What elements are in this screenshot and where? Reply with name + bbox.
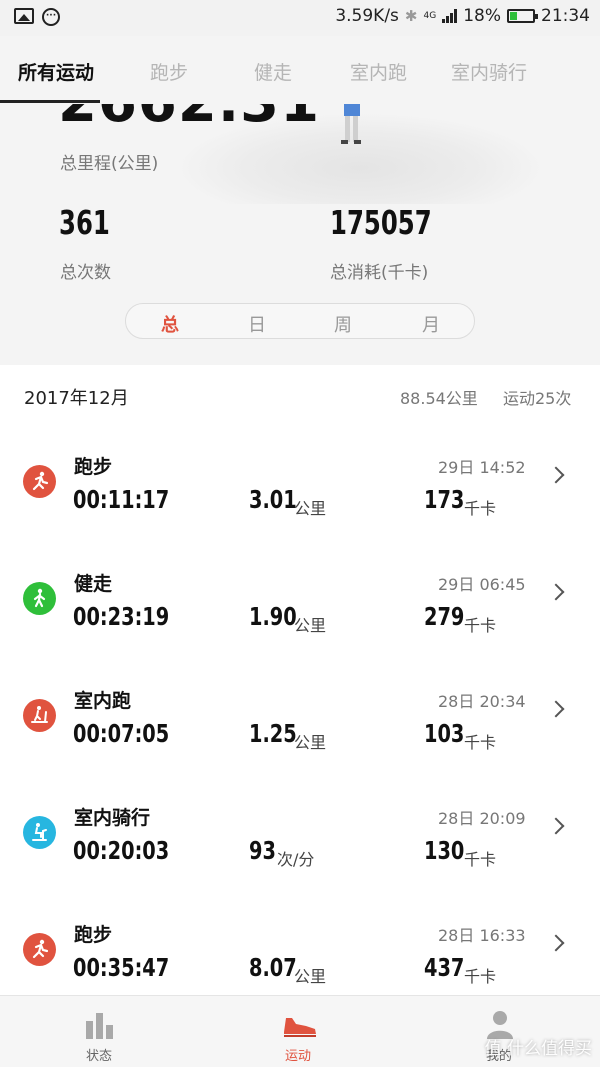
bar-chart-icon <box>86 1013 113 1039</box>
activity-duration: 00:11:17 <box>73 485 170 514</box>
period-day[interactable]: 日 <box>248 311 266 337</box>
active-tab-indicator <box>0 100 100 103</box>
month-count: 运动25次 <box>503 389 572 408</box>
activity-type: 跑步 <box>74 456 113 478</box>
sport-type-tabs: 所有运动 跑步 健走 室内跑 室内骑行 <box>0 36 600 104</box>
watermark: 值 什么值得买 <box>484 1039 592 1059</box>
illustration-leg <box>345 116 350 142</box>
running-icon <box>23 933 56 966</box>
period-month[interactable]: 月 <box>422 311 440 337</box>
activity-item[interactable]: 室内骑行 28日 20:09 00:20:03 93 次/分 130 千卡 <box>0 774 600 891</box>
total-count-label: 总次数 <box>60 263 111 283</box>
activity-datetime: 28日 16:33 <box>438 926 526 945</box>
activity-distance: 3.01 <box>249 485 297 514</box>
nav-status-label: 状态 <box>86 1049 113 1064</box>
activity-distance: 8.07 <box>249 953 297 982</box>
activity-calories-unit: 千卡 <box>464 850 497 869</box>
tab-walking[interactable]: 健走 <box>254 58 292 85</box>
activity-cadence: 93 <box>249 836 276 865</box>
activity-distance-unit: 公里 <box>294 967 327 986</box>
activity-duration: 00:07:05 <box>73 719 170 748</box>
activity-cadence-unit: 次/分 <box>277 850 315 869</box>
activity-duration: 00:23:19 <box>73 602 170 631</box>
activity-type: 室内骑行 <box>74 807 151 829</box>
activity-item[interactable]: 健走 29日 06:45 00:23:19 1.90 公里 279 千卡 <box>0 540 600 657</box>
image-icon <box>14 8 34 24</box>
tab-indoor-running[interactable]: 室内跑 <box>350 58 407 85</box>
running-icon <box>23 465 56 498</box>
period-total[interactable]: 总 <box>161 311 179 337</box>
activity-distance: 1.90 <box>249 602 297 631</box>
activity-calories: 173 <box>424 485 465 514</box>
tab-indoor-cycling[interactable]: 室内骑行 <box>451 58 527 85</box>
period-week[interactable]: 周 <box>334 311 352 337</box>
activity-item[interactable]: 室内跑 28日 20:34 00:07:05 1.25 公里 103 千卡 <box>0 657 600 774</box>
activity-distance-unit: 公里 <box>294 499 327 518</box>
bluetooth-icon: ✱ <box>404 7 418 25</box>
chevron-right-icon <box>547 934 565 952</box>
battery-icon <box>507 9 538 23</box>
battery-percent: 18% <box>463 6 501 26</box>
activity-calories-unit: 千卡 <box>464 967 497 986</box>
activity-duration: 00:20:03 <box>73 836 170 865</box>
activity-item[interactable]: 跑步 29日 14:52 00:11:17 3.01 公里 173 千卡 <box>0 423 600 540</box>
period-selector: 总 日 周 月 <box>125 303 475 339</box>
activity-type: 跑步 <box>74 924 113 946</box>
nav-sport[interactable]: 运动 <box>240 996 360 1067</box>
activity-distance-unit: 公里 <box>294 733 327 752</box>
month-distance: 88.54公里 <box>400 389 478 408</box>
chevron-right-icon <box>547 466 565 484</box>
month-title: 2017年12月 <box>24 388 129 409</box>
net-speed: 3.59K/s <box>335 6 399 26</box>
chevron-right-icon <box>547 817 565 835</box>
summary-panel: 2662.31 总里程(公里) 361 总次数 175057 总消耗(千卡) 总… <box>0 104 600 365</box>
total-distance-value: 2662.31 <box>58 104 320 135</box>
activity-calories: 437 <box>424 953 465 982</box>
activity-datetime: 28日 20:09 <box>438 809 526 828</box>
activity-datetime: 29日 14:52 <box>438 458 526 477</box>
signal-icon <box>442 9 458 23</box>
chat-icon: ··· <box>42 8 60 26</box>
total-calories-value: 175057 <box>330 203 432 242</box>
activity-type: 室内跑 <box>74 690 132 712</box>
activity-distance-unit: 公里 <box>294 616 327 635</box>
illustration-foot <box>341 140 348 144</box>
nav-sport-label: 运动 <box>285 1049 312 1064</box>
illustration-foot <box>354 140 361 144</box>
clock: 21:34 <box>541 6 590 26</box>
total-distance-label: 总里程(公里) <box>60 154 159 174</box>
month-header: 2017年12月 88.54公里 运动25次 <box>0 365 600 423</box>
status-bar: ··· 3.59K/s ✱ 4G 18% 21:34 <box>0 0 600 36</box>
runner-illustration <box>344 104 360 116</box>
tab-all[interactable]: 所有运动 <box>18 58 94 85</box>
activity-calories-unit: 千卡 <box>464 733 497 752</box>
activity-calories: 279 <box>424 602 465 631</box>
activity-calories-unit: 千卡 <box>464 499 497 518</box>
chevron-right-icon <box>547 700 565 718</box>
chevron-right-icon <box>547 583 565 601</box>
walking-icon <box>23 582 56 615</box>
shoe-icon <box>284 1018 316 1037</box>
activity-distance: 1.25 <box>249 719 297 748</box>
activity-datetime: 29日 06:45 <box>438 575 526 594</box>
bottom-navigation: 状态 运动 我的 值 什么值得买 <box>0 995 600 1067</box>
activity-calories: 103 <box>424 719 465 748</box>
activity-duration: 00:35:47 <box>73 953 170 982</box>
activity-type: 健走 <box>74 573 113 595</box>
activity-calories-unit: 千卡 <box>464 616 497 635</box>
network-type: 4G <box>423 11 437 21</box>
total-calories-label: 总消耗(千卡) <box>330 263 429 283</box>
treadmill-icon <box>23 699 56 732</box>
illustration-leg <box>353 116 358 142</box>
activity-item[interactable]: 跑步 28日 16:33 00:35:47 8.07 公里 437 千卡 <box>0 891 600 1008</box>
nav-status[interactable]: 状态 <box>40 996 160 1067</box>
activity-datetime: 28日 20:34 <box>438 692 526 711</box>
indoor-cycling-icon <box>23 816 56 849</box>
tab-running[interactable]: 跑步 <box>150 58 188 85</box>
total-count-value: 361 <box>59 203 110 242</box>
activity-calories: 130 <box>424 836 465 865</box>
